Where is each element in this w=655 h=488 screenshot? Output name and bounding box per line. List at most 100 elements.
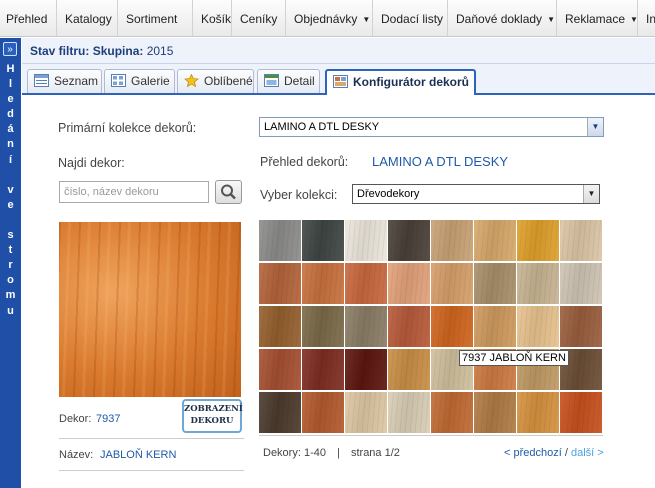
decor-swatch[interactable]	[259, 263, 301, 304]
vertical-label-char: v	[7, 183, 14, 196]
decor-swatch[interactable]	[517, 306, 559, 347]
menu-item-label: Objednávky	[294, 12, 358, 26]
primary-collection-select[interactable]: LAMINO A DTL DESKY ▼	[259, 117, 604, 137]
menu-item-3[interactable]: Sortiment	[117, 0, 177, 37]
decor-swatch[interactable]	[345, 263, 387, 304]
decor-swatch[interactable]	[431, 392, 473, 433]
decor-swatch[interactable]	[302, 349, 344, 390]
caret-down-icon: ▼	[362, 15, 371, 24]
show-decor-button[interactable]: ZOBRAZENÍ DEKORU	[182, 399, 243, 433]
decor-code: 7937	[96, 413, 121, 425]
search-button[interactable]	[215, 180, 242, 204]
vertical-label-char: s	[7, 229, 14, 242]
decor-swatch[interactable]	[388, 306, 430, 347]
tab-oblibene-label: Oblíbené	[204, 74, 253, 88]
collection-select[interactable]: Dřevodekory ▼	[352, 184, 600, 204]
find-decor-label: Najdi dekor:	[58, 156, 125, 170]
decor-swatch[interactable]	[560, 220, 602, 261]
search-input[interactable]: číslo, název dekoru	[59, 181, 209, 203]
main-menu: Přehled Katalogy Sortiment Košík Ceníky Objed…	[0, 0, 655, 37]
search-tree-strip[interactable]: » Hledánívestromu	[0, 38, 21, 488]
decor-swatch[interactable]	[474, 220, 516, 261]
menu-item-label: Daňové doklady	[456, 12, 543, 26]
menu-item-label: Košík	[201, 12, 232, 26]
tab-oblibene[interactable]: Oblíbené	[177, 69, 254, 93]
vertical-label-char: u	[7, 304, 14, 317]
divider	[59, 470, 244, 471]
tab-galerie[interactable]: Galerie	[104, 69, 175, 93]
decor-swatch[interactable]	[388, 392, 430, 433]
chevron-down-icon[interactable]: ▼	[583, 185, 599, 203]
decor-swatch[interactable]	[474, 263, 516, 304]
decor-swatch[interactable]	[517, 392, 559, 433]
menu-item-6[interactable]: Objednávky ▼	[285, 0, 370, 37]
menu-item-2[interactable]: Katalogy	[56, 0, 112, 37]
vertical-label-char: á	[7, 123, 14, 136]
collection-value: Dřevodekory	[357, 188, 420, 200]
vertical-label-char: o	[7, 274, 14, 287]
menu-item-9[interactable]: Reklamace ▼	[556, 0, 638, 37]
decor-swatch[interactable]	[560, 392, 602, 433]
pager-next-link[interactable]: další >	[571, 447, 604, 459]
decor-swatch[interactable]	[431, 220, 473, 261]
decor-swatch[interactable]	[388, 349, 430, 390]
decor-swatch[interactable]	[431, 306, 473, 347]
tab-detail[interactable]: Detail	[257, 69, 320, 93]
decor-swatch[interactable]	[388, 220, 430, 261]
menu-item-8[interactable]: Daňové doklady ▼	[447, 0, 555, 37]
decor-swatch[interactable]	[259, 349, 301, 390]
configurator-icon	[333, 75, 348, 88]
decor-configurator: Primární kolekce dekorů: LAMINO A DTL DE…	[22, 95, 655, 488]
menu-item-label: Přehled	[6, 12, 48, 26]
decor-swatch[interactable]	[560, 263, 602, 304]
decor-swatch[interactable]	[517, 263, 559, 304]
choose-collection-label: Vyber kolekci:	[260, 188, 338, 202]
tab-seznam[interactable]: Seznam	[27, 69, 102, 93]
chevron-down-icon[interactable]: ▼	[587, 118, 603, 136]
decor-swatch[interactable]	[345, 392, 387, 433]
decor-swatch[interactable]	[388, 263, 430, 304]
decor-swatch[interactable]	[302, 392, 344, 433]
decor-swatch-grid	[259, 220, 603, 433]
vertical-label-char: H	[6, 63, 15, 75]
pager-slash: /	[564, 447, 568, 459]
list-icon	[34, 74, 49, 87]
tab-seznam-label: Seznam	[54, 74, 99, 88]
menu-item-4[interactable]: Košík	[192, 0, 231, 37]
decor-swatch[interactable]	[474, 392, 516, 433]
pager-range: Dekory: 1-40	[263, 447, 326, 459]
decor-swatch[interactable]	[302, 306, 344, 347]
decor-swatch[interactable]	[259, 220, 301, 261]
decor-swatch[interactable]	[345, 349, 387, 390]
menu-item-10[interactable]: In	[637, 0, 655, 37]
menu-item-5[interactable]: Ceníky	[231, 0, 277, 37]
decor-preview-image	[59, 222, 241, 397]
decor-name-label: Název:	[59, 449, 94, 461]
decor-swatch[interactable]	[259, 392, 301, 433]
decor-swatch[interactable]	[302, 263, 344, 304]
tab-galerie-label: Galerie	[131, 74, 170, 88]
decor-swatch[interactable]	[345, 306, 387, 347]
detail-icon	[264, 74, 279, 87]
filter-status-value: 2015	[146, 44, 174, 58]
decor-swatch[interactable]	[302, 220, 344, 261]
pager-prev-link[interactable]: < předchozí	[504, 447, 562, 459]
decor-swatch[interactable]	[259, 306, 301, 347]
menu-item-1[interactable]: Přehled	[0, 0, 47, 37]
primary-collection-value: LAMINO A DTL DESKY	[264, 121, 380, 133]
decor-swatch[interactable]	[560, 306, 602, 347]
decor-swatch[interactable]	[474, 306, 516, 347]
menu-item-7[interactable]: Dodací listy	[372, 0, 443, 37]
double-chevron-right-icon[interactable]: »	[3, 42, 17, 56]
vertical-label-char: m	[5, 289, 16, 302]
decor-swatch[interactable]	[517, 220, 559, 261]
swatch-tooltip: 7937 JABLOŇ KERN	[459, 350, 569, 366]
decor-overview-value: LAMINO A DTL DESKY	[372, 154, 509, 169]
decor-swatch[interactable]	[431, 263, 473, 304]
tab-konfigurator-dekoru[interactable]: Konfigurátor dekorů	[325, 69, 476, 95]
decor-swatch[interactable]	[345, 220, 387, 261]
menu-item-label: In	[646, 12, 655, 26]
filter-status-prefix: Stav filtru:	[30, 44, 90, 58]
vertical-label-char: t	[8, 244, 13, 257]
tab-detail-label: Detail	[284, 74, 315, 88]
